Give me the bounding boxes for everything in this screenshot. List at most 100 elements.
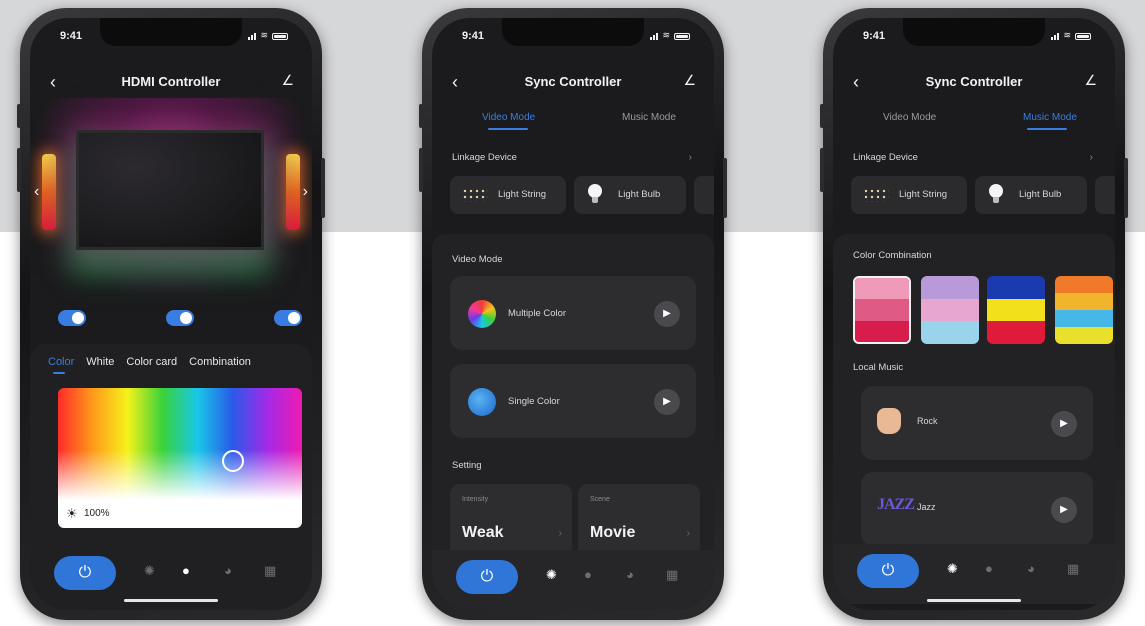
swatch-band bbox=[855, 299, 909, 321]
right-light-bar bbox=[286, 154, 300, 230]
grid-icon[interactable]: ▦ bbox=[1067, 561, 1079, 577]
swatch-band bbox=[987, 321, 1045, 344]
signal-icon bbox=[1051, 33, 1060, 40]
tab-music-mode[interactable]: Music Mode bbox=[1023, 112, 1077, 123]
swatch-band bbox=[1055, 310, 1113, 327]
linkage-chevron-icon[interactable]: › bbox=[689, 152, 692, 163]
status-time: 9:41 bbox=[863, 30, 886, 42]
swatch-band bbox=[1055, 276, 1113, 293]
sync-icon[interactable]: ✺ bbox=[947, 561, 958, 577]
toggle-left[interactable] bbox=[58, 310, 86, 326]
light-string-icon bbox=[863, 188, 889, 202]
volume-button bbox=[820, 148, 824, 192]
tv-preview bbox=[76, 130, 264, 250]
music-rock[interactable]: Rock ▶ bbox=[861, 386, 1093, 460]
color-tabs: Color White Color card Combination bbox=[48, 356, 251, 374]
local-music-label: Local Music bbox=[853, 362, 904, 373]
device-more[interactable] bbox=[694, 176, 714, 214]
side-button bbox=[419, 104, 423, 128]
play-icon[interactable]: ▶ bbox=[1051, 411, 1077, 437]
wifi-icon: ≋ bbox=[662, 30, 670, 40]
picker-cursor[interactable] bbox=[222, 450, 244, 472]
swatch-rainbow[interactable] bbox=[1055, 276, 1113, 344]
page-title: Sync Controller bbox=[524, 74, 622, 89]
color-picker[interactable] bbox=[58, 388, 302, 500]
power-button[interactable]: ⏻ bbox=[857, 554, 919, 588]
phone-hdmi-controller: 9:41 ≋ ‹ HDMI Controller ∠ ‹ › Color Whi… bbox=[17, 8, 325, 620]
tab-video-mode[interactable]: Video Mode bbox=[482, 112, 535, 123]
phone-sync-music: 9:41 ≋ ‹ Sync Controller ∠ Video Mode Mu… bbox=[820, 8, 1128, 620]
prev-arrow-icon[interactable]: ‹ bbox=[34, 183, 39, 201]
tab-music-mode[interactable]: Music Mode bbox=[622, 112, 676, 123]
side-button bbox=[820, 104, 824, 128]
sync-icon[interactable]: ✺ bbox=[144, 563, 155, 579]
bulb-icon[interactable]: ● bbox=[584, 567, 592, 582]
notch bbox=[903, 18, 1045, 46]
palette-icon[interactable]: ◕ bbox=[1027, 561, 1035, 576]
sync-icon[interactable]: ✺ bbox=[546, 567, 557, 583]
wifi-icon: ≋ bbox=[260, 30, 268, 40]
light-bulb-icon bbox=[588, 184, 602, 204]
swatch-pastel[interactable] bbox=[921, 276, 979, 344]
play-icon[interactable]: ▶ bbox=[654, 389, 680, 415]
battery-icon bbox=[1075, 33, 1091, 40]
power-button[interactable]: ⏻ bbox=[456, 560, 518, 594]
notch bbox=[502, 18, 644, 46]
power-button[interactable]: ⏻ bbox=[54, 556, 116, 590]
play-icon[interactable]: ▶ bbox=[654, 301, 680, 327]
edit-icon[interactable]: ∠ bbox=[683, 72, 696, 89]
next-arrow-icon[interactable]: › bbox=[303, 183, 308, 201]
swatch-band bbox=[921, 321, 979, 344]
mode-single-color[interactable]: Single Color ▶ bbox=[450, 364, 696, 438]
tab-combination[interactable]: Combination bbox=[189, 356, 251, 368]
swatch-band bbox=[987, 298, 1045, 322]
mode-multiple-color[interactable]: Multiple Color ▶ bbox=[450, 276, 696, 350]
grid-icon[interactable]: ▦ bbox=[666, 567, 678, 583]
swatch-primary[interactable] bbox=[987, 276, 1045, 344]
play-icon[interactable]: ▶ bbox=[1051, 497, 1077, 523]
volume-button bbox=[17, 148, 21, 192]
active-tab-underline bbox=[1027, 128, 1067, 130]
device-light-bulb[interactable]: Light Bulb bbox=[975, 176, 1087, 214]
device-more[interactable] bbox=[1095, 176, 1115, 214]
grid-icon[interactable]: ▦ bbox=[264, 563, 276, 579]
status-icons: ≋ bbox=[1051, 31, 1091, 40]
toggle-right[interactable] bbox=[274, 310, 302, 326]
multicolor-icon bbox=[468, 300, 496, 328]
device-light-string[interactable]: Light String bbox=[851, 176, 967, 214]
swatch-pink[interactable] bbox=[853, 276, 911, 344]
screen: 9:41 ≋ ‹ HDMI Controller ∠ ‹ › Color Whi… bbox=[30, 18, 312, 610]
bottom-tabbar: ⏻ ✺ ● ◕ ▦ bbox=[432, 550, 714, 610]
screen: 9:41 ≋ ‹ Sync Controller ∠ Video Mode Mu… bbox=[432, 18, 714, 610]
video-mode-label: Video Mode bbox=[452, 254, 503, 265]
left-light-bar bbox=[42, 154, 56, 230]
music-jazz[interactable]: JAZZ Jazz ▶ bbox=[861, 472, 1093, 546]
palette-icon[interactable]: ◕ bbox=[626, 567, 634, 582]
edit-icon[interactable]: ∠ bbox=[281, 72, 294, 89]
swatch-band bbox=[855, 278, 909, 300]
battery-icon bbox=[272, 33, 288, 40]
tab-white[interactable]: White bbox=[86, 356, 114, 368]
palette-icon[interactable]: ◕ bbox=[224, 563, 232, 578]
page-title: Sync Controller bbox=[925, 74, 1023, 89]
battery-icon bbox=[674, 33, 690, 40]
edit-icon[interactable]: ∠ bbox=[1084, 72, 1097, 89]
home-indicator bbox=[927, 599, 1021, 602]
phone-sync-video: 9:41 ≋ ‹ Sync Controller ∠ Video Mode Mu… bbox=[419, 8, 727, 620]
linkage-chevron-icon[interactable]: › bbox=[1090, 152, 1093, 163]
linkage-device-label: Linkage Device bbox=[452, 152, 517, 163]
tab-color[interactable]: Color bbox=[48, 356, 74, 374]
swatch-band bbox=[921, 298, 979, 322]
tab-color-card[interactable]: Color card bbox=[126, 356, 177, 368]
bottom-tabbar: ⏻ ✺ ● ◕ ▦ bbox=[833, 544, 1115, 604]
brightness-bar[interactable]: ☀ 100% bbox=[58, 500, 302, 528]
toggle-center[interactable] bbox=[166, 310, 194, 326]
status-time: 9:41 bbox=[462, 30, 485, 42]
device-light-string[interactable]: Light String bbox=[450, 176, 566, 214]
device-light-bulb[interactable]: Light Bulb bbox=[574, 176, 686, 214]
bulb-icon[interactable]: ● bbox=[182, 563, 190, 578]
power-side-button bbox=[321, 158, 325, 218]
tab-video-mode[interactable]: Video Mode bbox=[883, 112, 936, 123]
volume-button bbox=[419, 148, 423, 192]
bulb-icon[interactable]: ● bbox=[985, 561, 993, 576]
